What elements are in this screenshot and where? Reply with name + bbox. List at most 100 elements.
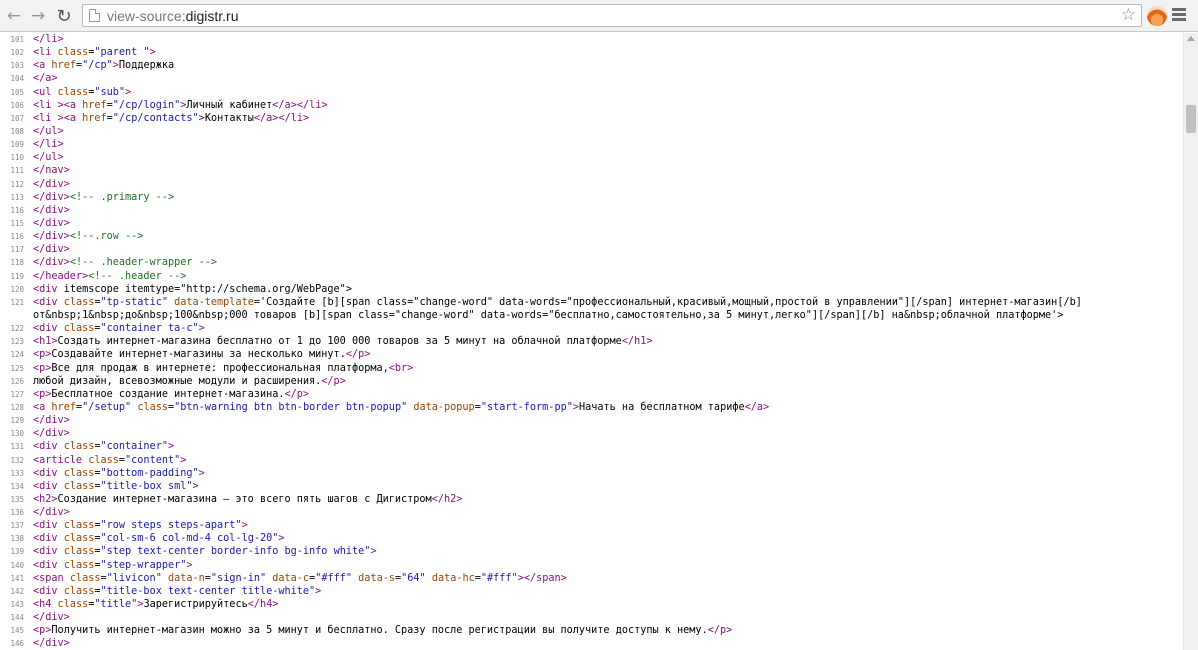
forward-arrow-icon[interactable]: → xyxy=(26,4,50,28)
source-line: 139 <div class="step text-center border-i… xyxy=(0,545,1183,558)
bookmark-star-icon[interactable]: ☆ xyxy=(1121,5,1136,25)
line-code: <p>Все для продаж в интернете: профессио… xyxy=(33,362,414,374)
source-line: 104 </a> xyxy=(0,72,1183,85)
line-number: 120 xyxy=(10,284,24,294)
line-number: 143 xyxy=(10,600,24,610)
line-code: <div class="row steps steps-apart"> xyxy=(33,520,248,532)
line-code: </div><!-- .header-wrapper --> xyxy=(33,257,218,269)
browser-toolbar: ← → ↻ view-source:digistr.ru ☆ xyxy=(0,0,1198,32)
line-code: </ul> xyxy=(33,152,64,164)
scrollbar-thumb[interactable] xyxy=(1186,105,1196,133)
url-host: digistr.ru xyxy=(185,8,239,24)
line-number: 135 xyxy=(10,494,24,504)
source-line: 106 <li ><a href="/cp/login">Личный кабин… xyxy=(0,99,1183,112)
line-code: </div><!-- .primary --> xyxy=(33,191,175,203)
source-line: 133 <div class="bottom-padding"> xyxy=(0,467,1183,480)
line-code: <div class="step text-center border-info… xyxy=(33,546,377,558)
line-code: </li> xyxy=(33,139,64,151)
line-number: 125 xyxy=(10,363,24,373)
line-number: 105 xyxy=(10,87,24,97)
line-code: </div> xyxy=(33,612,70,624)
line-number: 116 xyxy=(10,205,24,215)
line-code: </div><!--.row --> xyxy=(33,231,144,243)
line-code: <div class="title-box sml"> xyxy=(33,480,199,492)
line-code: <h2>Создание интернет-магазина – это все… xyxy=(33,493,463,505)
source-line: 143 <h4 class="title">Зарегистрируйтесь</… xyxy=(0,598,1183,611)
source-line: 141 <span class="livicon" data-n="sign-in… xyxy=(0,572,1183,585)
address-bar[interactable]: view-source:digistr.ru ☆ xyxy=(82,4,1142,27)
line-number: 142 xyxy=(10,586,24,596)
line-number: 101 xyxy=(10,35,24,44)
source-line: 122 <div class="container ta-c"> xyxy=(0,322,1183,335)
line-number: 103 xyxy=(10,61,24,71)
line-code: </div> xyxy=(33,507,70,519)
line-number: 104 xyxy=(10,74,24,84)
line-number: 118 xyxy=(10,258,24,268)
line-number: 136 xyxy=(10,508,24,518)
line-number: 131 xyxy=(10,442,24,452)
source-line: 140 <div class="step-wrapper"> xyxy=(0,559,1183,572)
line-code: <div class="container"> xyxy=(33,441,175,453)
source-line: 144 </div> xyxy=(0,611,1183,624)
line-code: <span class="livicon" data-n="sign-in" d… xyxy=(33,572,567,584)
source-line: 146 </div> xyxy=(0,637,1183,650)
source-line: 124 <p>Создавайте интернет-магазины за не… xyxy=(0,348,1183,361)
line-code: </div> xyxy=(33,638,70,650)
line-code: <article class="content"> xyxy=(33,454,187,466)
line-number: 116 xyxy=(10,232,24,242)
source-line: 116 </div> xyxy=(0,204,1183,217)
line-code: <h4 class="title">Зарегистрируйтесь</h4> xyxy=(33,599,279,611)
source-line: 119 </header><!-- .header --> xyxy=(0,270,1183,283)
line-number: 110 xyxy=(10,153,24,163)
line-number: 139 xyxy=(10,547,24,557)
url-scheme: view-source: xyxy=(107,8,186,24)
page-icon xyxy=(89,9,100,22)
line-code: <p>Получить интернет-магазин можно за 5 … xyxy=(33,625,733,637)
source-line: 107 <li ><a href="/cp/contacts">Контакты<… xyxy=(0,112,1183,125)
line-code: </li> xyxy=(33,34,64,45)
line-code: <div itemscope itemtype="http://schema.o… xyxy=(33,283,352,295)
rss-extension-icon[interactable] xyxy=(1147,6,1167,26)
reload-icon[interactable]: ↻ xyxy=(52,4,76,28)
source-line: 121 <div class="tp-static" data-template=… xyxy=(0,296,1183,309)
source-line: 110 </ul> xyxy=(0,151,1183,164)
line-code: <li class="parent "> xyxy=(33,47,156,59)
back-arrow-icon[interactable]: ← xyxy=(2,4,26,28)
line-code: <h1>Создать интернет-магазина бесплатно … xyxy=(33,336,653,348)
line-code: <div class="step-wrapper"> xyxy=(33,559,193,571)
line-number: 140 xyxy=(10,560,24,570)
line-code: любой дизайн, всевозможные модули и расш… xyxy=(33,375,346,387)
line-code: <div class="bottom-padding"> xyxy=(33,467,205,479)
line-number: 144 xyxy=(10,613,24,623)
source-line: 102 <li class="parent "> xyxy=(0,46,1183,59)
source-line: 129 </div> xyxy=(0,414,1183,427)
line-code: </nav> xyxy=(33,165,70,177)
line-number: 130 xyxy=(10,429,24,439)
url-text[interactable]: view-source:digistr.ru xyxy=(107,8,239,24)
line-number: 123 xyxy=(10,337,24,347)
vertical-scrollbar[interactable] xyxy=(1183,33,1198,650)
line-number: 138 xyxy=(10,534,24,544)
line-number: 146 xyxy=(10,639,24,649)
line-code: <ul class="sub"> xyxy=(33,86,132,98)
source-line: 113 </div><!-- .primary --> xyxy=(0,191,1183,204)
source-line: 128 <a href="/setup" class="btn-warning b… xyxy=(0,401,1183,414)
source-line: 109 </li> xyxy=(0,138,1183,151)
line-number: 128 xyxy=(10,402,24,412)
line-number: 129 xyxy=(10,416,24,426)
line-code: </header><!-- .header --> xyxy=(33,270,187,282)
line-number: 124 xyxy=(10,350,24,360)
line-number: 106 xyxy=(10,100,24,110)
line-number: 109 xyxy=(10,140,24,150)
source-line: 135 <h2>Создание интернет-магазина – это … xyxy=(0,493,1183,506)
line-number: 141 xyxy=(10,573,24,583)
line-number: 127 xyxy=(10,389,24,399)
line-code: </ul> xyxy=(33,125,64,137)
scroll-up-arrow-icon[interactable] xyxy=(1187,36,1195,41)
line-code: </div> xyxy=(33,428,70,440)
source-line: 117 </div> xyxy=(0,243,1183,256)
hamburger-menu-icon[interactable] xyxy=(1172,8,1186,23)
source-line: 130 </div> xyxy=(0,427,1183,440)
line-code: </div> xyxy=(33,178,70,190)
line-code: <div class="col-sm-6 col-md-4 col-lg-20"… xyxy=(33,533,285,545)
